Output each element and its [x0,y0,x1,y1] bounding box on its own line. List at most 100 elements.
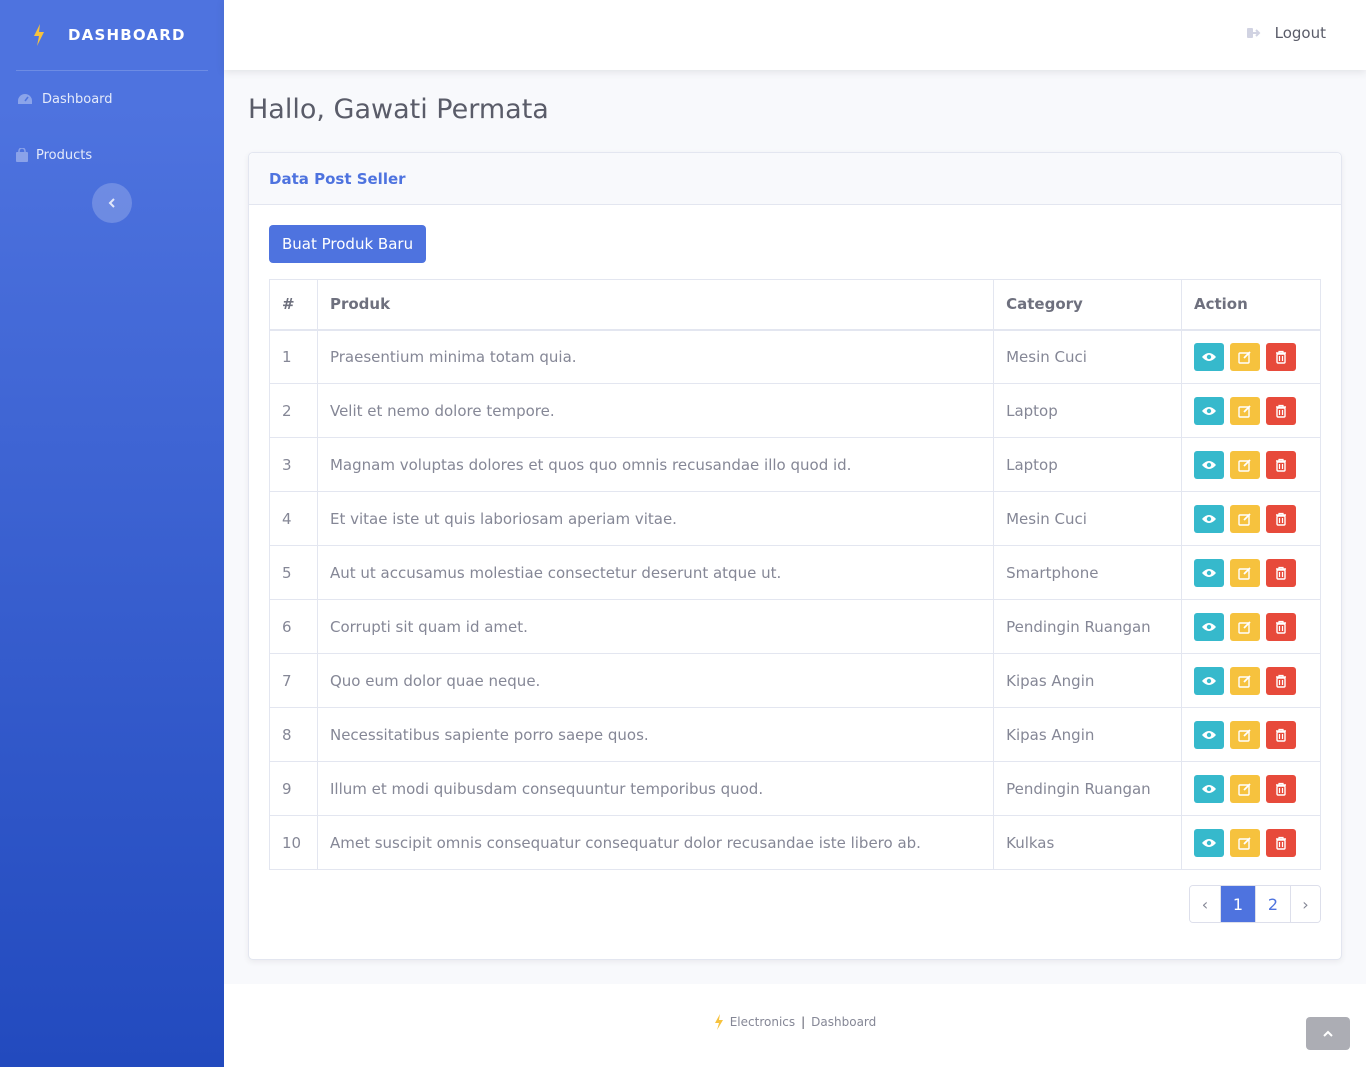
row-actions [1180,437,1322,492]
edit-button[interactable] [1229,396,1260,425]
logout-button[interactable]: Logout [1246,24,1326,42]
eye-icon [1201,460,1216,469]
row-category: Kipas Angin [993,653,1182,708]
create-product-button[interactable]: Buat Produk Baru [269,225,427,263]
sidebar-item-label: Products [36,147,93,163]
delete-button[interactable] [1265,504,1296,533]
row-produk: Velit et nemo dolore tempore. [316,383,995,438]
trash-icon [1275,512,1286,526]
pagination-page-1[interactable]: 1 [1220,886,1255,922]
edit-icon [1238,351,1251,364]
edit-button[interactable] [1229,342,1260,371]
edit-icon [1238,782,1251,796]
edit-button[interactable] [1229,612,1260,641]
sidebar-item-products[interactable]: Products [0,127,224,183]
eye-icon [1201,352,1216,361]
sidebar-toggle-button[interactable] [92,183,132,223]
trash-icon [1275,620,1286,634]
footer-text: Electronics | Dashboard [224,1014,1366,1030]
sidebar: DASHBOARD Dashboard Products [0,0,224,1067]
trash-icon [1275,350,1286,364]
row-actions [1180,707,1322,762]
delete-button[interactable] [1265,612,1296,641]
edit-button[interactable] [1229,450,1260,479]
pagination-page-2[interactable]: 2 [1255,886,1290,922]
row-produk: Corrupti sit quam id amet. [316,599,995,654]
view-button[interactable] [1193,720,1224,749]
row-category: Laptop [993,383,1182,438]
row-number: 2 [269,383,318,438]
pagination-prev[interactable]: ‹ [1190,886,1220,922]
row-number: 9 [269,761,318,816]
trash-icon [1275,674,1286,688]
trash-icon [1275,566,1286,580]
row-number: 4 [269,491,318,546]
view-button[interactable] [1193,396,1224,425]
table-row: 5 Aut ut accusamus molestiae consectetur … [269,545,1322,600]
view-button[interactable] [1193,342,1224,371]
edit-button[interactable] [1229,774,1260,803]
view-button[interactable] [1193,828,1224,857]
delete-button[interactable] [1265,558,1296,587]
scroll-to-top-button[interactable] [1306,1017,1350,1050]
delete-button[interactable] [1265,342,1296,371]
view-button[interactable] [1193,666,1224,695]
logout-label: Logout [1274,24,1326,42]
edit-button[interactable] [1229,720,1260,749]
sign-out-icon [1246,27,1261,39]
pagination-next[interactable]: › [1290,886,1320,922]
brand-title: DASHBOARD [68,26,186,44]
row-actions [1180,545,1322,600]
row-actions [1180,329,1322,384]
table-row: 4 Et vitae iste ut quis laboriosam aperia… [269,491,1322,546]
row-category: Mesin Cuci [993,329,1182,384]
edit-icon [1238,566,1251,580]
edit-button[interactable] [1229,828,1260,857]
view-button[interactable] [1193,774,1224,803]
delete-button[interactable] [1265,450,1296,479]
delete-button[interactable] [1265,828,1296,857]
row-category: Pendingin Ruangan [993,761,1182,816]
row-category: Mesin Cuci [993,491,1182,546]
trash-icon [1275,782,1286,796]
shopping-bag-icon [16,148,28,162]
trash-icon [1275,404,1286,418]
view-button[interactable] [1193,612,1224,641]
delete-button[interactable] [1265,396,1296,425]
products-table: # Produk Category Action 1 Praesentium mi… [269,279,1322,870]
delete-button[interactable] [1265,720,1296,749]
row-produk: Aut ut accusamus molestiae consectetur d… [316,545,995,600]
delete-button[interactable] [1265,774,1296,803]
edit-button[interactable] [1229,558,1260,587]
footer-separator: | [801,1015,806,1029]
row-produk: Illum et modi quibusdam consequuntur tem… [316,761,995,816]
sidebar-item-label: Dashboard [42,91,113,107]
table-row: 8 Necessitatibus sapiente porro saepe quo… [269,707,1322,762]
row-produk: Magnam voluptas dolores et quos quo omni… [316,437,995,492]
row-produk: Necessitatibus sapiente porro saepe quos… [316,707,995,762]
eye-icon [1201,406,1216,415]
sidebar-item-dashboard[interactable]: Dashboard [0,71,224,127]
view-button[interactable] [1193,558,1224,587]
row-number: 5 [269,545,318,600]
edit-icon [1238,404,1251,418]
column-header-produk: Produk [316,279,995,331]
card-title: Data Post Seller [269,169,406,188]
view-button[interactable] [1193,504,1224,533]
sidebar-brand[interactable]: DASHBOARD [0,0,224,70]
table-row: 6 Corrupti sit quam id amet. Pendingin Rua… [269,599,1322,654]
edit-button[interactable] [1229,504,1260,533]
trash-icon [1275,728,1286,742]
edit-button[interactable] [1229,666,1260,695]
row-category: Laptop [993,437,1182,492]
row-produk: Amet suscipit omnis consequatur consequa… [316,815,995,870]
eye-icon [1201,784,1216,793]
tachometer-icon [16,92,34,106]
delete-button[interactable] [1265,666,1296,695]
eye-icon [1201,730,1216,739]
eye-icon [1201,838,1216,847]
page-title: Hallo, Gawati Permata [248,94,549,125]
view-button[interactable] [1193,450,1224,479]
row-number: 1 [269,329,318,384]
column-header-number: # [269,279,318,331]
